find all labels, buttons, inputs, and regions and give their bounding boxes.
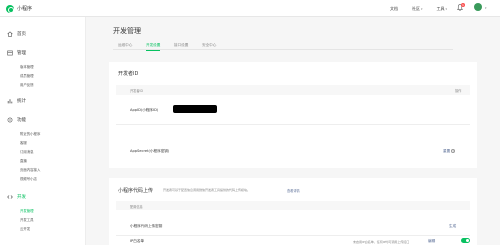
- ip-whitelist-note: 未启用IP白名单，任何IP均可调用上传接口: [353, 240, 410, 244]
- sidebar-group-features[interactable]: 功能: [7, 117, 26, 123]
- top-link-tools[interactable]: 工具 ▾: [437, 6, 448, 12]
- redacted-appid: [173, 105, 217, 113]
- card-title: 小程序代码上传: [118, 188, 154, 194]
- reset-secret-button[interactable]: 重置?: [443, 149, 456, 154]
- tab-ops[interactable]: 运维中心: [118, 43, 132, 48]
- generate-key-button[interactable]: 生成: [449, 224, 456, 229]
- top-link-docs[interactable]: 文档: [390, 6, 398, 12]
- notification-badge: 1: [461, 3, 465, 7]
- appsecret-label: AppSecret(小程序密钥): [130, 149, 170, 153]
- chevron-down-icon: ▾: [421, 6, 423, 11]
- avatar[interactable]: [474, 3, 482, 11]
- sidebar-item-members[interactable]: 成员管理: [20, 73, 34, 78]
- appid-label: AppID(小程序ID): [130, 108, 159, 112]
- card-title: 开发者ID: [118, 71, 139, 77]
- sidebar-item-subscribe[interactable]: 订阅消息: [20, 149, 34, 154]
- sidebar-item-service[interactable]: 客服: [20, 140, 27, 145]
- sidebar-item-feedback[interactable]: 用户反馈: [20, 82, 34, 87]
- sidebar-item-live[interactable]: 直播: [20, 158, 27, 163]
- table-header: 配置信息: [116, 201, 470, 210]
- divider: [116, 235, 470, 236]
- ip-whitelist-label: IP白名单: [130, 239, 145, 243]
- tab-security[interactable]: 安全中心: [202, 43, 216, 48]
- tab-bar: 运维中心 开发设置 接口设置 安全中心: [113, 43, 453, 51]
- sidebar-group-stats[interactable]: 统计: [7, 98, 26, 104]
- sidebar: 首页 管理 版本管理 成员管理 用户反馈 统计 功能 附近的小程序 客服 订阅消…: [0, 17, 86, 245]
- sidebar-item-cloud[interactable]: 云开发: [20, 226, 30, 231]
- top-nav: 文档 社区 ▾ 工具 ▾: [376, 5, 447, 12]
- ip-whitelist-toggle[interactable]: [461, 238, 470, 243]
- app-name: 小程序: [17, 6, 33, 12]
- chevron-down-icon[interactable]: ▾: [485, 6, 487, 10]
- develop-icon: [7, 195, 13, 199]
- sidebar-group-develop[interactable]: 开发: [7, 194, 26, 200]
- column-header: 开发者ID: [130, 89, 143, 93]
- feature-icon: [7, 117, 13, 123]
- miniprogram-logo-icon: [6, 4, 14, 13]
- chevron-down-icon: ▾: [445, 6, 448, 11]
- tab-api-settings[interactable]: 接口设置: [174, 43, 188, 48]
- help-icon[interactable]: ?: [451, 149, 456, 153]
- sidebar-item-version[interactable]: 版本管理: [20, 64, 34, 69]
- sidebar-item-nearby[interactable]: 附近的小程序: [20, 131, 40, 136]
- tab-dev-settings[interactable]: 开发设置: [146, 43, 161, 51]
- sidebar-item-page-content[interactable]: 页面内容接入: [20, 167, 40, 172]
- home-icon: [7, 31, 13, 37]
- column-header: 操作: [455, 89, 462, 93]
- manage-icon: [7, 50, 13, 56]
- stats-icon: [7, 99, 13, 104]
- sidebar-item-shop[interactable]: 视频号小店: [20, 176, 37, 181]
- app-logo[interactable]: 小程序: [6, 4, 32, 13]
- edit-whitelist-button[interactable]: 编辑: [428, 239, 435, 244]
- card-description: 开发者可基于配置信息调用微信开发者工具提供的代码上传模块。: [163, 188, 251, 192]
- page-title: 开发管理: [113, 27, 141, 35]
- code-upload-card: 小程序代码上传 开发者可基于配置信息调用微信开发者工具提供的代码上传模块。 查看…: [109, 178, 477, 245]
- sidebar-group-home[interactable]: 首页: [7, 31, 26, 37]
- divider: [116, 124, 470, 125]
- top-bar: 小程序 文档 社区 ▾ 工具 ▾ 1 ▾: [0, 0, 500, 17]
- top-link-community[interactable]: 社区 ▾: [412, 6, 423, 12]
- sidebar-item-dev-tools[interactable]: 开发工具: [20, 217, 34, 222]
- table-header: 开发者ID 操作: [116, 85, 470, 95]
- column-header: 配置信息: [130, 204, 143, 209]
- main-content: 开发管理 运维中心 开发设置 接口设置 安全中心 开发者ID 开发者ID 操作 …: [86, 17, 500, 245]
- view-details-link[interactable]: 查看详情: [287, 188, 300, 193]
- upload-key-label: 小程序代码上传密钥: [130, 224, 163, 228]
- sidebar-group-manage[interactable]: 管理: [7, 50, 26, 56]
- developer-id-card: 开发者ID 开发者ID 操作 AppID(小程序ID) AppSecret(小程…: [109, 62, 477, 168]
- sidebar-item-dev-manage[interactable]: 开发管理: [20, 208, 34, 213]
